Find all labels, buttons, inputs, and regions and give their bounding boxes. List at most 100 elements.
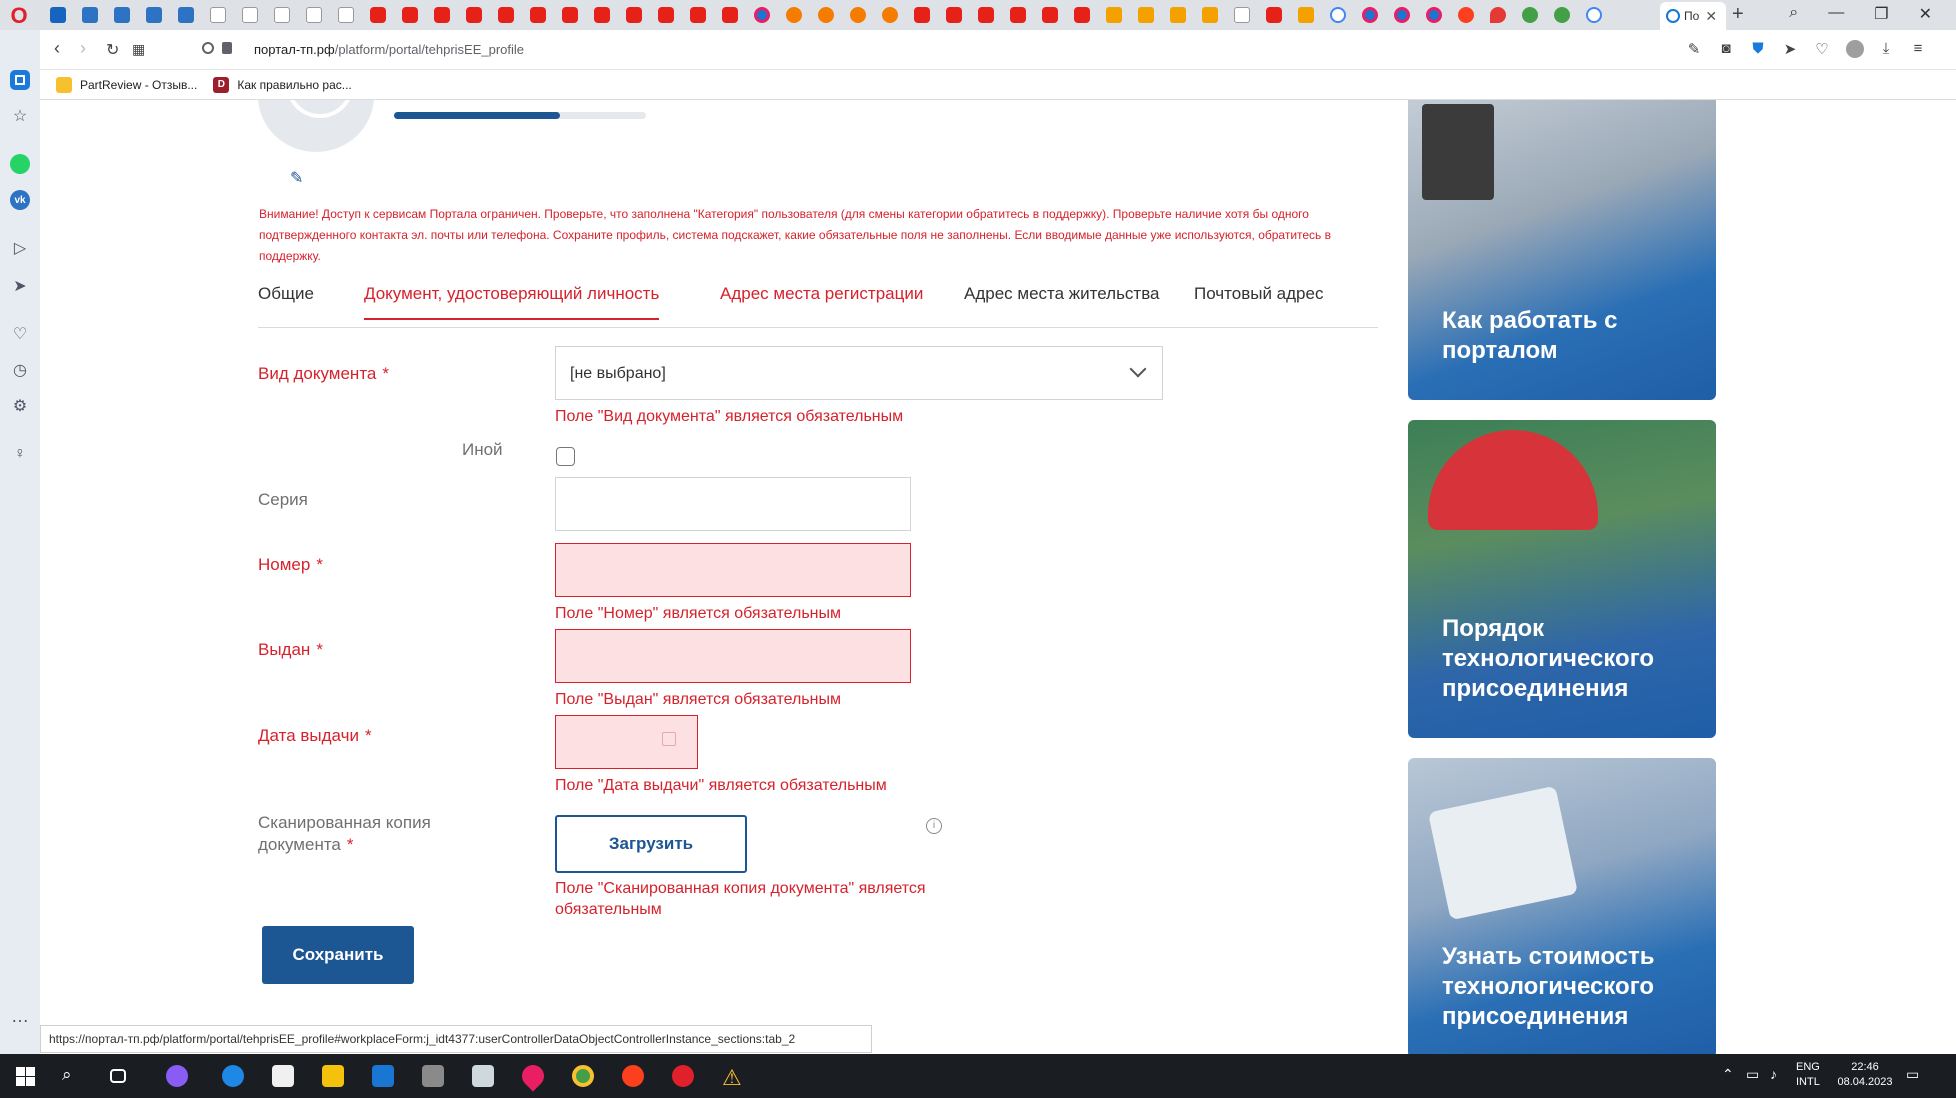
tab-youtube[interactable] [554,4,586,26]
tab-vk[interactable] [74,4,106,26]
vk-icon[interactable]: vk [10,190,30,210]
opera-logo-icon[interactable]: O [8,5,30,27]
tab-youtube[interactable] [650,4,682,26]
forward-icon[interactable]: › [80,38,86,59]
edit-avatar-pencil-icon[interactable]: ✎ [290,168,306,187]
tab-site[interactable] [778,4,810,26]
windows-start-icon[interactable] [14,1065,36,1087]
close-icon[interactable]: ✕ [1705,8,1717,25]
tab-site[interactable] [1386,4,1418,26]
heart-icon[interactable]: ♡ [1814,40,1830,62]
tab-site[interactable] [298,4,330,26]
speed-dial-icon[interactable]: ▦ [132,41,145,58]
tab-registration-address[interactable]: Адрес места регистрации [720,284,923,318]
card-how-to-use-portal[interactable]: Как работать с порталом [1408,100,1716,400]
tab-active[interactable]: По ✕ [1660,2,1726,30]
tab-google[interactable] [1578,4,1610,26]
tab-site[interactable] [1514,4,1546,26]
tab-site[interactable] [234,4,266,26]
language-indicator[interactable]: ENG INTL [1796,1060,1820,1090]
menu-icon[interactable]: ≡ [1910,40,1926,62]
profile-avatar-icon[interactable] [1846,40,1864,62]
tab-general[interactable]: Общие [258,284,314,318]
settings-gear-icon[interactable]: ⚙ [10,396,30,416]
tab-google[interactable] [1322,4,1354,26]
tab-youtube[interactable] [1034,4,1066,26]
key-icon[interactable] [202,42,214,54]
tab-site[interactable] [874,4,906,26]
tab-residence-address[interactable]: Адрес места жительства [964,284,1160,318]
search-icon[interactable]: ⌕ [62,1065,84,1087]
tab-site[interactable] [1546,4,1578,26]
tab-youtube[interactable] [682,4,714,26]
new-tab-button[interactable]: + [1732,3,1744,26]
history-clock-icon[interactable]: ◷ [10,360,30,380]
tab-youtube[interactable] [458,4,490,26]
player-icon[interactable]: ▷ [10,238,30,258]
bookmark-partreview[interactable]: PartReview - Отзыв... [56,76,197,93]
lock-icon[interactable] [222,42,232,54]
save-button[interactable]: Сохранить [262,926,414,984]
close-window-button[interactable]: ✕ [1919,4,1932,24]
tab-site[interactable] [330,4,362,26]
tab-youtube[interactable] [970,4,1002,26]
back-icon[interactable]: ‹ [54,38,60,59]
favorites-heart-icon[interactable]: ♡ [10,324,30,344]
tab-site[interactable] [1162,4,1194,26]
shield-icon[interactable]: ⛊ [1750,40,1766,62]
tips-bulb-icon[interactable]: ♀ [10,444,30,464]
more-icon[interactable]: … [10,1006,30,1026]
info-icon[interactable]: i [926,818,942,834]
warning-icon[interactable]: ⚠ [722,1065,744,1090]
home-icon[interactable] [10,70,30,90]
tab-youtube[interactable] [586,4,618,26]
send-icon[interactable]: ➤ [1782,40,1798,62]
tab-wikipedia[interactable] [1226,4,1258,26]
store-icon[interactable] [272,1065,294,1087]
alice-icon[interactable] [166,1065,188,1087]
tab-mail[interactable] [42,4,74,26]
tab-youtube[interactable] [426,4,458,26]
upload-button[interactable]: Загрузить [555,815,747,873]
tab-vk[interactable] [106,4,138,26]
calendar-icon[interactable] [662,732,676,746]
edit-icon[interactable]: ✎ [1686,40,1702,62]
clock[interactable]: 22:46 08.04.2023 [1834,1060,1896,1090]
tab-youtube[interactable] [362,4,394,26]
tab-site[interactable] [1130,4,1162,26]
chrome-icon[interactable] [572,1065,594,1087]
speed-dial-star-icon[interactable]: ☆ [10,106,30,126]
tab-youtube[interactable] [490,4,522,26]
tab-site[interactable] [1354,4,1386,26]
tab-site[interactable] [1098,4,1130,26]
notification-icon[interactable]: ▭ [1906,1066,1919,1083]
camera-icon[interactable]: ◙ [1718,40,1734,62]
restore-button[interactable]: ❐ [1874,4,1888,24]
tray-chevron-icon[interactable]: ⌃ [1722,1066,1734,1083]
yandex-icon[interactable] [622,1065,644,1087]
tab-youtube[interactable] [714,4,746,26]
tab-youtube[interactable] [1002,4,1034,26]
whatsapp-icon[interactable] [10,154,30,174]
tab-site[interactable] [1450,4,1482,26]
tab-maps[interactable] [1482,4,1514,26]
explorer-folder-icon[interactable] [322,1065,344,1087]
tab-site[interactable] [746,4,778,26]
tab-identity-document[interactable]: Документ, удостоверяющий личность [364,284,660,320]
issue-date-input[interactable] [555,715,698,769]
send-icon[interactable]: ➤ [10,276,30,296]
tab-youtube[interactable] [938,4,970,26]
doc-type-select[interactable]: [не выбрано] [555,346,1163,400]
calculator-icon[interactable] [422,1065,444,1087]
tab-postal-address[interactable]: Почтовый адрес [1194,284,1323,318]
search-icon[interactable]: ⌕ [1789,4,1798,24]
mail-icon[interactable] [372,1065,394,1087]
network-app-icon[interactable] [472,1065,494,1087]
tab-site[interactable] [202,4,234,26]
edge-icon[interactable] [222,1065,244,1087]
task-view-icon[interactable] [110,1069,126,1083]
tab-site[interactable] [842,4,874,26]
tab-vk[interactable] [170,4,202,26]
opera-icon[interactable] [672,1065,694,1087]
minimize-button[interactable]: — [1828,4,1844,24]
